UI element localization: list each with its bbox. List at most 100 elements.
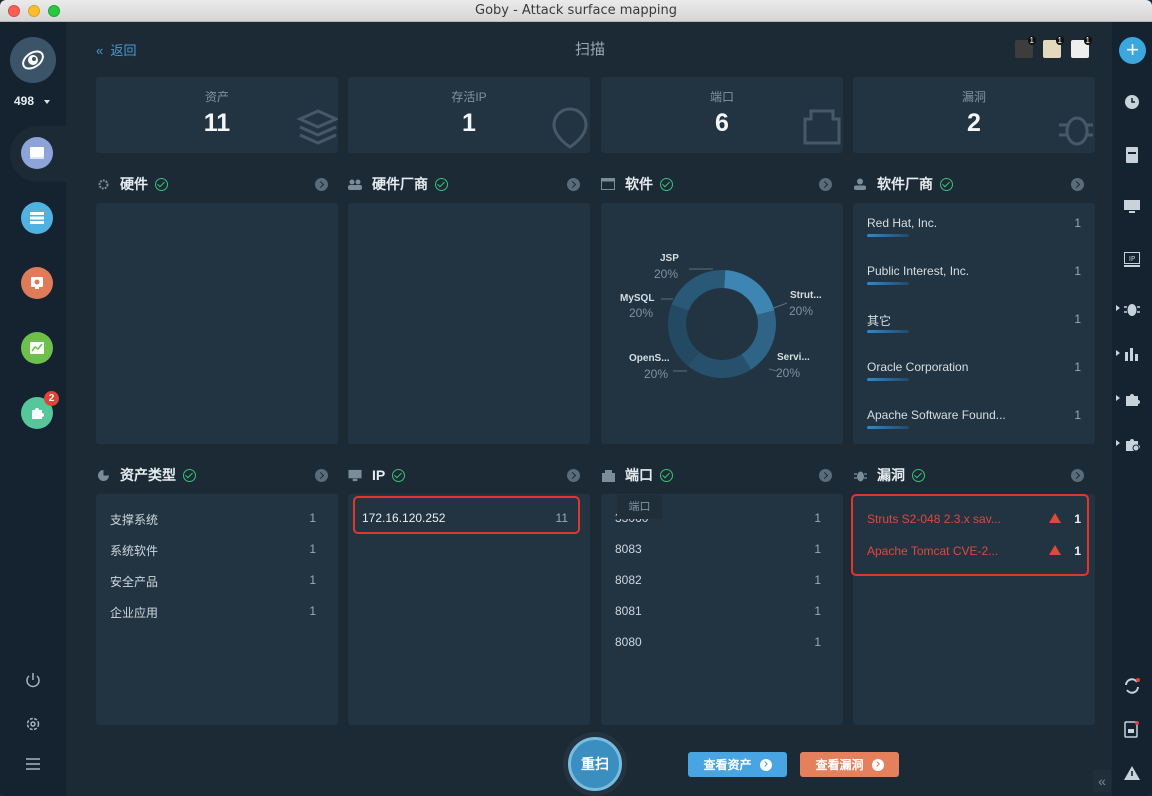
vendor-count: 1 <box>1074 312 1081 326</box>
item-name: 企业应用 <box>110 606 159 620</box>
close-window-button[interactable] <box>8 5 20 17</box>
donut-slice[interactable] <box>724 270 775 315</box>
vendor-count: 1 <box>1074 408 1081 422</box>
more-hardware-vendor-button[interactable] <box>567 178 580 191</box>
vendor-row[interactable]: Public Interest, Inc. 1 <box>867 264 1081 294</box>
line-chart-icon <box>30 342 44 354</box>
chip-icon <box>96 177 110 191</box>
list-item[interactable]: 系统软件 1 <box>96 542 338 562</box>
stat-label: 存活IP <box>451 90 487 104</box>
port-row[interactable]: 8083 1 <box>601 542 843 562</box>
chart-label: Strut... <box>790 290 822 301</box>
nav-extensions[interactable]: 2 <box>21 391 59 429</box>
item-name: 系统软件 <box>110 544 159 558</box>
view-vulns-button[interactable]: 查看漏洞 <box>800 752 899 777</box>
stat-card-ports[interactable]: 端口 6 <box>601 77 843 153</box>
view-assets-button[interactable]: 查看资产 <box>688 752 787 777</box>
check-circle-icon <box>183 468 196 482</box>
more-software-button[interactable] <box>819 178 832 191</box>
minimize-window-button[interactable] <box>28 5 40 17</box>
expand-arrow-icon[interactable] <box>1116 395 1120 401</box>
donut-slice[interactable] <box>668 304 700 366</box>
port-number: 8082 <box>615 573 642 587</box>
list-item[interactable]: 企业应用 1 <box>96 604 338 624</box>
rescan-button[interactable]: 重扫 <box>563 732 627 796</box>
item-count: 1 <box>309 511 316 525</box>
task-spinner-icon[interactable]: 1 <box>1015 36 1036 58</box>
goby-logo[interactable] <box>10 37 56 83</box>
port-count: 1 <box>814 573 821 587</box>
nav-scan[interactable] <box>21 137 53 169</box>
more-vuln-button[interactable] <box>1071 469 1084 482</box>
stat-card-assets[interactable]: 资产 11 <box>96 77 338 153</box>
donut-slice[interactable] <box>671 270 726 311</box>
port-number: 8083 <box>615 542 642 556</box>
puzzle-icon[interactable] <box>1123 390 1141 408</box>
button-label: 查看资产 <box>703 758 752 772</box>
list-item[interactable]: 安全产品 1 <box>96 573 338 593</box>
warning-icon[interactable] <box>1123 764 1141 782</box>
port-count: 1 <box>814 542 821 556</box>
puzzle-icon <box>32 408 44 419</box>
port-number: 8081 <box>615 604 642 618</box>
menu-icon[interactable] <box>23 754 43 774</box>
check-circle-icon <box>435 177 448 191</box>
workspace-count[interactable]: 498 <box>14 94 34 108</box>
clock-icon[interactable] <box>1123 93 1141 111</box>
asset-type-panel: 支撑系统 1 系统软件 1 安全产品 1 企业应用 1 <box>96 494 338 725</box>
plus-icon[interactable]: + <box>1119 37 1146 64</box>
bug-icon[interactable] <box>1123 300 1141 318</box>
title-bar: Goby - Attack surface mapping <box>0 0 1152 22</box>
nav-vulnerabilities[interactable] <box>21 267 53 299</box>
vendor-row[interactable]: Apache Software Found... 1 <box>867 408 1081 438</box>
donut-slice[interactable] <box>687 351 752 378</box>
stat-card-alive-ip[interactable]: 存活IP 1 <box>348 77 590 153</box>
stat-label: 漏洞 <box>961 90 986 104</box>
port-row[interactable]: 8081 1 <box>601 604 843 624</box>
gear-icon[interactable] <box>23 714 43 734</box>
expand-arrow-icon[interactable] <box>1116 350 1120 356</box>
stat-card-vulns[interactable]: 漏洞 2 <box>853 77 1095 153</box>
nav-reports[interactable] <box>21 332 53 364</box>
task-grid-icon[interactable]: 1 <box>1071 36 1092 58</box>
power-icon[interactable] <box>23 670 43 690</box>
bar-chart-icon[interactable] <box>1123 345 1141 363</box>
page-title: 扫描 <box>574 41 605 58</box>
maximize-window-button[interactable] <box>48 5 60 17</box>
report-icon[interactable] <box>1123 720 1141 738</box>
collapse-sidebar-button[interactable]: « <box>1093 770 1111 792</box>
nav-assets[interactable] <box>21 202 53 234</box>
double-chevron-left-icon: « <box>96 43 104 58</box>
back-button[interactable]: « 返回 <box>96 40 136 59</box>
refresh-icon[interactable] <box>1123 677 1141 695</box>
more-software-vendor-button[interactable] <box>1071 178 1084 191</box>
monitor-icon[interactable] <box>1123 198 1141 216</box>
item-name: 支撑系统 <box>110 513 159 527</box>
vendor-row[interactable]: Oracle Corporation 1 <box>867 360 1081 390</box>
chart-percent: 20% <box>629 306 654 320</box>
task-map-icon[interactable]: 1 <box>1043 36 1064 58</box>
port-row[interactable]: 8082 1 <box>601 573 843 593</box>
chart-label: Servi... <box>777 352 810 363</box>
more-asset-type-button[interactable] <box>315 469 328 482</box>
more-hardware-button[interactable] <box>315 178 328 191</box>
vendor-row[interactable]: Red Hat, Inc. 1 <box>867 216 1081 246</box>
ip-icon[interactable]: IP <box>1123 251 1141 269</box>
donut-slice[interactable] <box>741 310 776 370</box>
expand-arrow-icon[interactable] <box>1116 440 1120 446</box>
hardware-vendor-panel <box>348 203 590 444</box>
puzzle-gear-icon[interactable] <box>1123 435 1141 453</box>
more-port-button[interactable] <box>819 469 832 482</box>
monitor-icon <box>348 468 362 482</box>
list-item[interactable]: 支撑系统 1 <box>96 511 338 531</box>
document-icon[interactable] <box>1123 146 1141 164</box>
check-circle-icon <box>660 177 673 191</box>
user-icon <box>853 177 867 191</box>
chevron-down-icon[interactable] <box>44 100 50 104</box>
vendor-row[interactable]: 其它 1 <box>867 312 1081 342</box>
port-row[interactable]: 8080 1 <box>601 635 843 655</box>
software-donut-chart[interactable] <box>601 203 843 444</box>
more-ip-button[interactable] <box>567 469 580 482</box>
expand-arrow-icon[interactable] <box>1116 305 1120 311</box>
port-count: 1 <box>814 604 821 618</box>
